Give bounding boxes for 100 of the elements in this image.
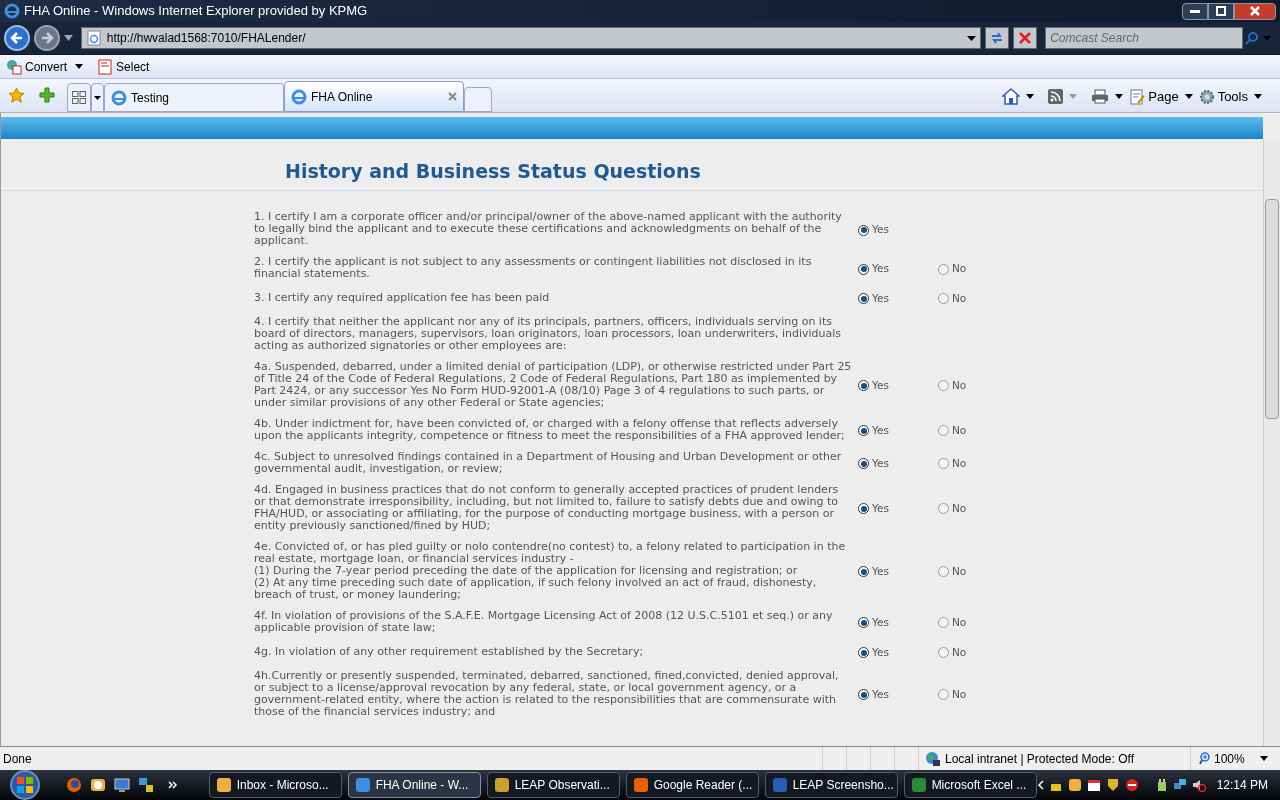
radio-button[interactable] [938, 425, 949, 437]
radio-button[interactable] [858, 425, 869, 437]
browser-tab[interactable]: Testing [104, 83, 284, 112]
gear-icon [1198, 88, 1215, 105]
radio-option[interactable]: Yes [858, 455, 938, 472]
radio-button[interactable] [858, 503, 869, 515]
radio-button[interactable] [938, 503, 949, 515]
radio-option[interactable]: Yes [858, 422, 938, 439]
caret-icon[interactable] [1115, 94, 1124, 99]
muted-speaker-icon[interactable] [1191, 778, 1206, 792]
taskbar-button[interactable]: LEAP Observati... [486, 772, 620, 798]
radio-option[interactable]: No [938, 455, 1018, 472]
radio-button[interactable] [858, 566, 869, 578]
convert-button[interactable]: Convert [6, 57, 68, 76]
radio-button[interactable] [938, 380, 949, 392]
radio-button[interactable] [938, 647, 949, 659]
back-button[interactable] [4, 25, 30, 51]
radio-button[interactable] [858, 380, 869, 392]
close-button[interactable] [1234, 2, 1276, 20]
radio-button[interactable] [858, 617, 869, 629]
caret-icon[interactable] [1026, 94, 1035, 99]
radio-option[interactable]: No [938, 377, 1018, 394]
radio-button[interactable] [938, 293, 949, 305]
radio-option[interactable]: Yes [858, 644, 938, 661]
radio-option[interactable]: Yes [858, 563, 938, 580]
taskbar-button[interactable]: Inbox - Microso... [208, 772, 342, 798]
stop-button[interactable] [1013, 27, 1038, 49]
radio-option[interactable]: Yes [858, 686, 938, 703]
clock[interactable]: 12:14 PM [1216, 776, 1268, 794]
radio-button[interactable] [938, 689, 949, 700]
search-field[interactable]: Comcast Search [1045, 27, 1244, 49]
radio-option[interactable]: No [938, 614, 1018, 631]
search-icon[interactable] [1245, 31, 1260, 45]
radio-option[interactable]: No [938, 563, 1018, 580]
radio-option[interactable]: No [938, 644, 1018, 661]
no-entry-icon[interactable] [1124, 778, 1139, 792]
page-icon [85, 30, 102, 46]
browser-tab[interactable]: FHA Online [284, 81, 464, 112]
lock-icon[interactable] [1048, 778, 1063, 792]
radio-option[interactable]: Yes [858, 261, 938, 277]
question-text: 2. I certify the applicant is not subject to any assessments or contingent liabilities not disclosed in its financial statements. [254, 256, 813, 280]
taskbar-button[interactable]: Microsoft Excel ... [903, 772, 1037, 798]
taskbar-button[interactable]: LEAP Screensho... [764, 772, 898, 798]
radio-option[interactable]: No [938, 422, 1018, 439]
radio-option[interactable]: Yes [858, 222, 938, 238]
radio-option[interactable]: No [938, 686, 1018, 703]
desktop-icon[interactable] [113, 777, 130, 793]
taskbar-button[interactable]: FHA Online - W... [347, 772, 481, 798]
network-icon[interactable] [1172, 778, 1187, 792]
question-text: 4c. Subject to unresolved findings contained in a Department of Housing and Urban Development or other governmental audit, investigation, or review; [254, 450, 843, 475]
refresh-button[interactable] [985, 27, 1010, 49]
start-button[interactable] [10, 770, 40, 800]
radio-option[interactable]: Yes [858, 500, 938, 517]
app-icon [215, 777, 232, 793]
feed-icon[interactable] [1048, 89, 1064, 104]
question-text: 4d. Engaged in business practices that do not conform to generally accepted practices of prudent lenders or that demonstrate irresponsibility, including, but not limited to, failure to satisfy debts due and owing to FHA/HUD, or associating or affiliating, for the purpose of conducting mortgage business, with a person or entity previously sanctioned/fined by HUD; [254, 483, 840, 532]
chevron-left-icon[interactable] [1036, 780, 1044, 790]
add-star-icon[interactable] [39, 87, 55, 103]
caret-icon[interactable] [75, 64, 84, 69]
radio-button[interactable] [858, 224, 869, 236]
select-button[interactable]: Select [97, 57, 150, 76]
calendar-icon[interactable] [1086, 778, 1101, 792]
radio-button[interactable] [938, 566, 949, 578]
radio-option[interactable]: Yes [858, 614, 938, 631]
stop-icon [1019, 32, 1032, 44]
radio-option[interactable]: No [938, 500, 1018, 517]
radio-button[interactable] [938, 458, 949, 470]
radio-button[interactable] [858, 293, 869, 305]
minimize-button[interactable] [1182, 2, 1208, 20]
taskbar-button[interactable]: Google Reader (... [625, 772, 759, 798]
radio-option[interactable]: No [938, 291, 1018, 307]
scrollbar[interactable] [1263, 139, 1280, 746]
printer-icon[interactable] [1091, 89, 1110, 104]
shield-icon[interactable] [1105, 778, 1120, 792]
question-text: 3. I certify any required application fee has been paid [254, 291, 551, 304]
radio-option[interactable]: Yes [858, 291, 938, 307]
radio-button[interactable] [938, 263, 949, 275]
chevron-icon[interactable] [167, 781, 178, 789]
radio-button[interactable] [858, 458, 869, 470]
forward-button[interactable] [33, 25, 60, 51]
radio-button[interactable] [858, 689, 869, 700]
tab-list-button[interactable] [91, 83, 104, 112]
status-text: Done [3, 750, 32, 768]
radio-button[interactable] [858, 647, 869, 659]
radio-button[interactable] [938, 617, 949, 629]
radio-option[interactable]: Yes [858, 377, 938, 394]
home-icon[interactable] [1002, 88, 1021, 105]
radio-button[interactable] [858, 263, 869, 275]
restore-button[interactable] [1208, 2, 1234, 20]
page-menu-button[interactable]: Page [1129, 86, 1193, 107]
close-tab-icon[interactable] [448, 92, 457, 101]
page-icon [1129, 88, 1146, 105]
star-icon[interactable] [8, 86, 25, 104]
caret-icon[interactable] [967, 35, 977, 41]
scroll-thumb[interactable] [1265, 199, 1279, 419]
tools-menu-button[interactable]: Tools [1198, 86, 1262, 107]
address-field[interactable]: http://hwvalad1568:7010/FHALender/ [80, 27, 982, 49]
radio-option[interactable]: No [938, 261, 1018, 277]
caret-icon[interactable] [63, 35, 73, 41]
quick-tabs-button[interactable] [67, 83, 91, 112]
